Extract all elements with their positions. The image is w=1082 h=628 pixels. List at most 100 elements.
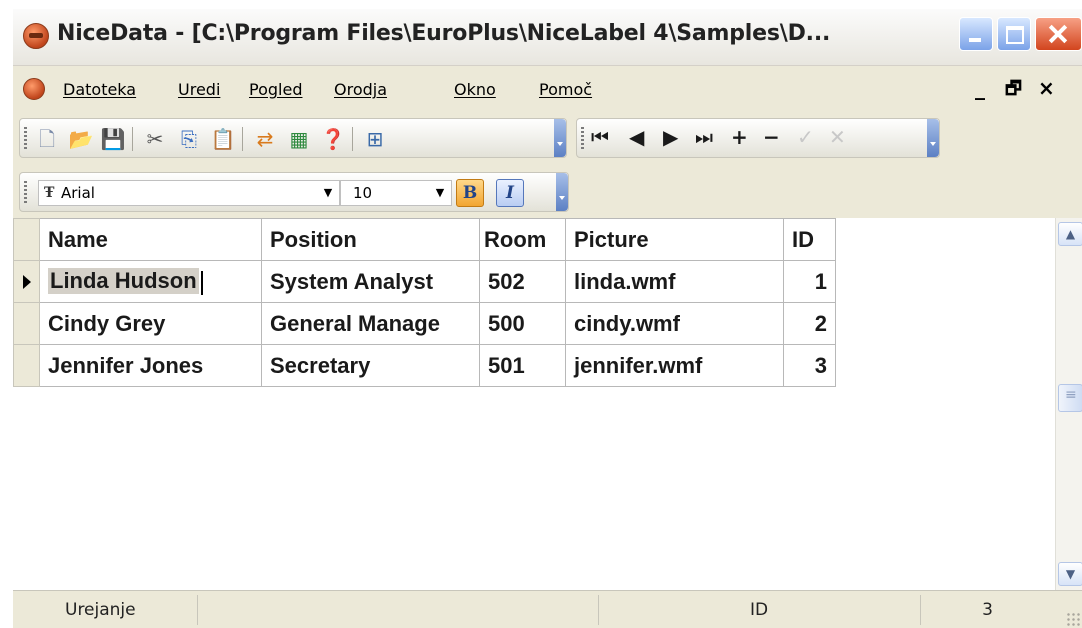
last-record-icon[interactable]: ⏭ [695,125,713,149]
italic-button[interactable]: I [496,179,524,207]
data-grid: Name Position Room Picture ID Linda Huds… [13,218,836,387]
grid-header-row: Name Position Room Picture ID [13,218,836,261]
vertical-scrollbar[interactable]: ▲ ▼ [1055,218,1082,590]
prior-record-icon[interactable]: ◀ [629,125,644,149]
mdi-restore-button[interactable]: 🗗 [1005,76,1022,106]
mdi-close-button[interactable]: × [1038,76,1055,100]
font-size-combo[interactable]: 10 ▼ [340,180,452,206]
menu-okno[interactable]: Okno [454,80,496,99]
menu-pomoc[interactable]: Pomoč [539,80,592,99]
row-indicator[interactable] [13,260,40,303]
font-size-value: 10 [353,184,373,202]
close-button[interactable] [1035,17,1082,51]
grid-cell[interactable]: 1 [783,260,836,303]
menu-uredi[interactable]: Uredi [178,80,220,99]
document-icon[interactable] [23,78,45,100]
first-record-icon[interactable]: ⏮ [591,125,609,149]
font-name-value: Arial [61,184,95,202]
grid-cell[interactable]: Secretary [261,344,480,387]
chevron-down-icon[interactable]: ▼ [319,183,337,203]
row-indicator[interactable] [13,344,40,387]
grid-cell[interactable]: 2 [783,302,836,345]
toolbar-separator [352,127,353,151]
grid-cell[interactable]: General Manage [261,302,480,345]
grid-cell[interactable]: Cindy Grey [39,302,262,345]
truetype-font-icon: Ŧ [44,185,55,201]
scroll-up-icon[interactable]: ▲ [1058,222,1082,246]
new-file-icon[interactable]: 🗋 [34,126,60,152]
toolbar-grip[interactable] [24,181,27,203]
title-bar: NiceData - [C:\Program Files\EuroPlus\Ni… [13,9,1082,66]
status-record: 3 [982,600,993,620]
grid-cell[interactable]: 500 [479,302,566,345]
column-header-room[interactable]: Room [479,218,566,261]
toolbar-overflow-chevron[interactable] [554,119,566,157]
import-icon[interactable]: ⇄ [252,126,278,152]
next-record-icon[interactable]: ▶ [663,125,678,149]
column-header-picture[interactable]: Picture [565,218,784,261]
row-indicator[interactable] [13,302,40,345]
paste-icon[interactable]: 📋 [210,126,236,152]
toolbar-band-1: 🗋 📂 💾 ✂ ⎘ 📋 ⇄ ▦ ❓ ⊞ ⏮ ◀ ▶ ⏭ + − ✓ ✕ [13,112,1082,166]
cancel-edit-icon[interactable]: ✕ [829,125,846,149]
chevron-down-icon[interactable]: ▼ [431,183,449,203]
grid-cell[interactable]: linda.wmf [565,260,784,303]
mdi-minimize-button[interactable]: _ [975,76,985,100]
column-header-name[interactable]: Name [39,218,262,261]
grid-cell[interactable]: 502 [479,260,566,303]
minimize-button[interactable] [959,17,993,51]
current-row-pointer-icon [23,274,31,289]
status-panel-empty [198,595,599,625]
resize-grip-icon[interactable] [1066,612,1080,626]
cut-icon[interactable]: ✂ [142,126,168,152]
grid-cell[interactable]: cindy.wmf [565,302,784,345]
grid-cell[interactable]: jennifer.wmf [565,344,784,387]
help-icon[interactable]: ❓ [320,126,346,152]
status-bar: Urejanje ID 3 [13,590,1082,628]
menu-orodja[interactable]: Orodja [334,80,387,99]
status-field: ID [598,595,921,625]
delete-record-icon[interactable]: − [763,125,780,149]
menu-datoteka[interactable]: Datoteka [63,80,136,99]
grid-cell-editing[interactable]: Linda Hudson [39,260,262,303]
insert-record-icon[interactable]: + [731,125,748,149]
save-icon[interactable]: 💾 [100,126,126,152]
menu-bar: Datoteka Uredi Pogled Orodja Okno Pomoč … [13,66,1082,112]
toolbar-separator [132,127,133,151]
text-caret [200,270,203,295]
toolbar-separator [242,127,243,151]
format-toolbar: Ŧ Arial ▼ 10 ▼ B I [19,172,569,212]
menu-pogled[interactable]: Pogled [249,80,302,99]
grid-cell[interactable]: System Analyst [261,260,480,303]
app-icon[interactable] [23,23,49,49]
toolbar-band-2: Ŧ Arial ▼ 10 ▼ B I [13,166,1082,218]
data-grid-area: Name Position Room Picture ID Linda Huds… [13,218,1055,590]
query-icon[interactable]: ⊞ [362,126,388,152]
post-edit-icon[interactable]: ✓ [797,125,814,149]
toolbar-grip[interactable] [581,127,584,149]
font-name-combo[interactable]: Ŧ Arial ▼ [38,180,340,206]
bold-button[interactable]: B [456,179,484,207]
open-folder-icon[interactable]: 📂 [68,126,94,152]
grid-cell[interactable]: 3 [783,344,836,387]
scroll-down-icon[interactable]: ▼ [1058,562,1082,586]
standard-toolbar: 🗋 📂 💾 ✂ ⎘ 📋 ⇄ ▦ ❓ ⊞ [19,118,567,158]
toolbar-overflow-chevron[interactable] [556,173,568,211]
navigation-toolbar: ⏮ ◀ ▶ ⏭ + − ✓ ✕ [576,118,940,158]
grid-cell[interactable]: Jennifer Jones [39,344,262,387]
header-indicator [13,218,40,261]
cell-text: Linda Hudson [48,268,199,295]
toolbar-overflow-chevron[interactable] [927,119,939,157]
table-row[interactable]: Linda Hudson System Analyst 502 linda.wm… [13,260,836,303]
maximize-button[interactable] [997,17,1031,51]
column-header-id[interactable]: ID [783,218,836,261]
copy-icon[interactable]: ⎘ [176,126,202,152]
table-row[interactable]: Jennifer Jones Secretary 501 jennifer.wm… [13,344,836,387]
grid-cell[interactable]: 501 [479,344,566,387]
table-row[interactable]: Cindy Grey General Manage 500 cindy.wmf … [13,302,836,345]
scroll-thumb[interactable] [1058,384,1082,412]
status-mode: Urejanje [13,595,198,625]
column-header-position[interactable]: Position [261,218,480,261]
table-icon[interactable]: ▦ [286,126,312,152]
toolbar-grip[interactable] [24,127,27,149]
